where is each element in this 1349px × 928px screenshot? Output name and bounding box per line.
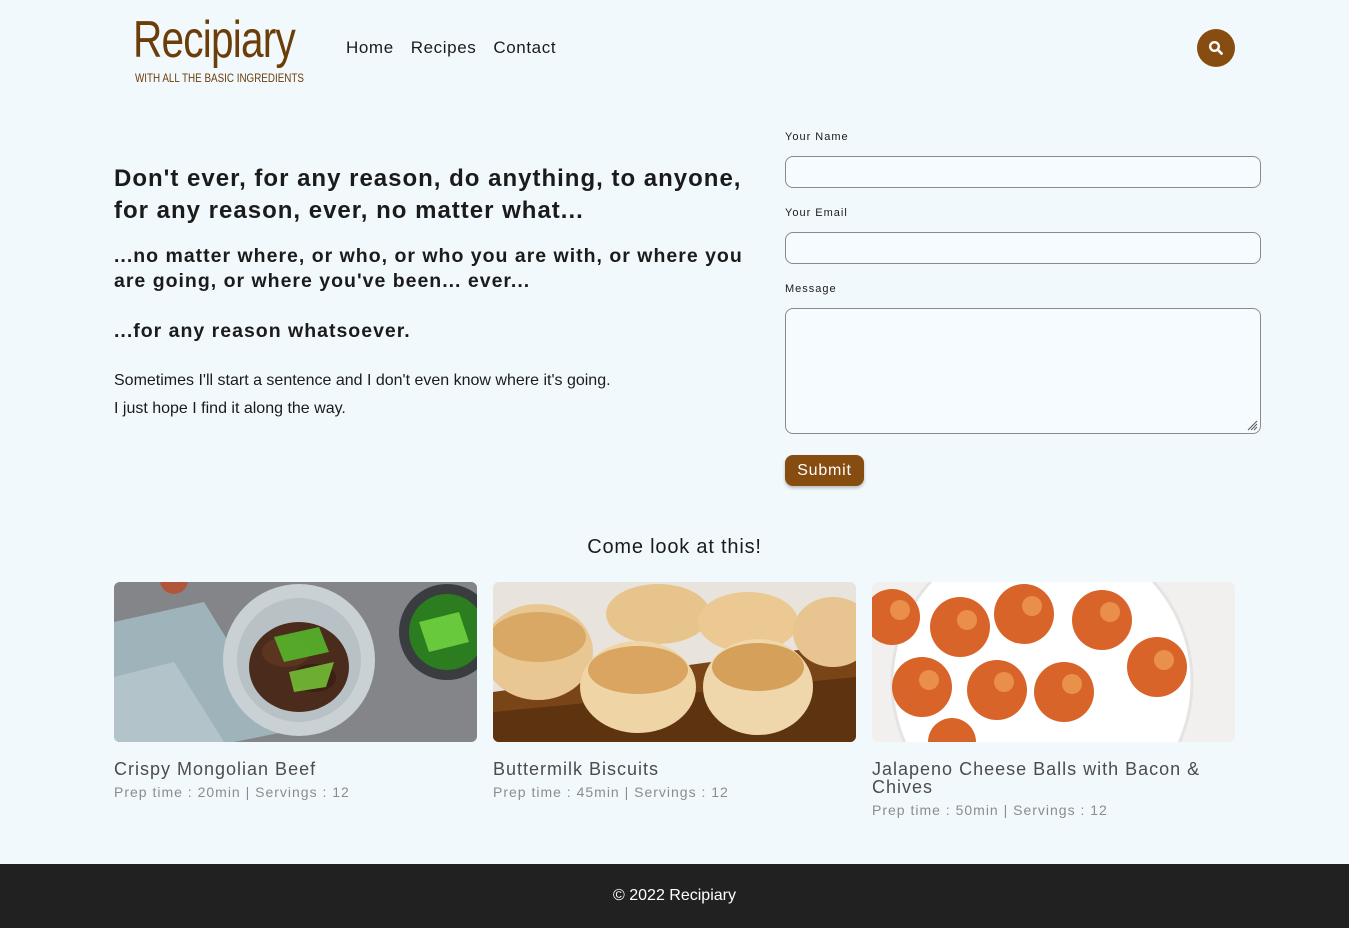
intro-subheading: ...no matter where, or who, or who you a… bbox=[114, 245, 743, 292]
recipe-title[interactable]: Buttermilk Biscuits bbox=[493, 760, 856, 778]
nav-recipes[interactable]: Recipes bbox=[411, 38, 477, 58]
recipe-meta: Prep time : 50min | Servings : 12 bbox=[872, 802, 1108, 818]
search-button[interactable] bbox=[1197, 29, 1235, 67]
name-label: Your Name bbox=[785, 131, 849, 143]
message-label: Message bbox=[785, 283, 837, 295]
logo[interactable]: Recipiary WITH ALL THE BASIC INGREDIENTS bbox=[133, 11, 304, 85]
recipe-title[interactable]: Jalapeno Cheese Balls with Bacon & Chive… bbox=[872, 760, 1235, 796]
recipe-title[interactable]: Crispy Mongolian Beef bbox=[114, 760, 477, 778]
email-input[interactable] bbox=[785, 232, 1261, 264]
intro-section: Don't ever, for any reason, do anything,… bbox=[114, 163, 754, 423]
brand-tagline: WITH ALL THE BASIC INGREDIENTS bbox=[135, 71, 304, 85]
intro-third-heading: ...for any reason whatsoever. bbox=[114, 320, 411, 342]
site-footer: © 2022 Recipiary bbox=[0, 864, 1349, 928]
recipe-image-mongolian-beef[interactable] bbox=[114, 582, 477, 742]
recipe-image-jalapeno-cheese-balls[interactable] bbox=[872, 582, 1235, 742]
nav-home[interactable]: Home bbox=[346, 38, 394, 58]
name-input[interactable] bbox=[785, 156, 1261, 188]
recipe-card[interactable]: Buttermilk Biscuits Prep time : 45min | … bbox=[493, 582, 856, 800]
showcase-title: Come look at this! bbox=[587, 536, 762, 558]
brand-name: Recipiary bbox=[133, 11, 296, 69]
intro-paragraph: Sometimes I'll start a sentence and I do… bbox=[114, 367, 754, 423]
intro-heading: Don't ever, for any reason, do anything,… bbox=[114, 165, 742, 224]
site-header: Recipiary WITH ALL THE BASIC INGREDIENTS… bbox=[0, 0, 1349, 100]
submit-button[interactable]: Submit bbox=[785, 455, 864, 486]
contact-form: Your Name Your Email Message bbox=[785, 131, 1261, 434]
recipe-image-buttermilk-biscuits[interactable] bbox=[493, 582, 856, 742]
recipe-meta: Prep time : 20min | Servings : 12 bbox=[114, 784, 350, 800]
recipe-card[interactable]: Jalapeno Cheese Balls with Bacon & Chive… bbox=[872, 582, 1235, 818]
message-textarea[interactable] bbox=[785, 308, 1261, 434]
copyright-text: © 2022 Recipiary bbox=[613, 887, 736, 904]
recipe-meta: Prep time : 45min | Servings : 12 bbox=[493, 784, 729, 800]
intro-line-2: I just hope I find it along the way. bbox=[114, 400, 346, 417]
main-nav: Home Recipes Contact bbox=[346, 38, 556, 58]
email-label: Your Email bbox=[785, 207, 848, 219]
intro-line-1: Sometimes I'll start a sentence and I do… bbox=[114, 372, 611, 389]
search-icon bbox=[1208, 40, 1223, 55]
nav-contact[interactable]: Contact bbox=[493, 38, 556, 58]
resize-grip-icon[interactable] bbox=[1246, 419, 1258, 431]
recipe-card[interactable]: Crispy Mongolian Beef Prep time : 20min … bbox=[114, 582, 477, 800]
